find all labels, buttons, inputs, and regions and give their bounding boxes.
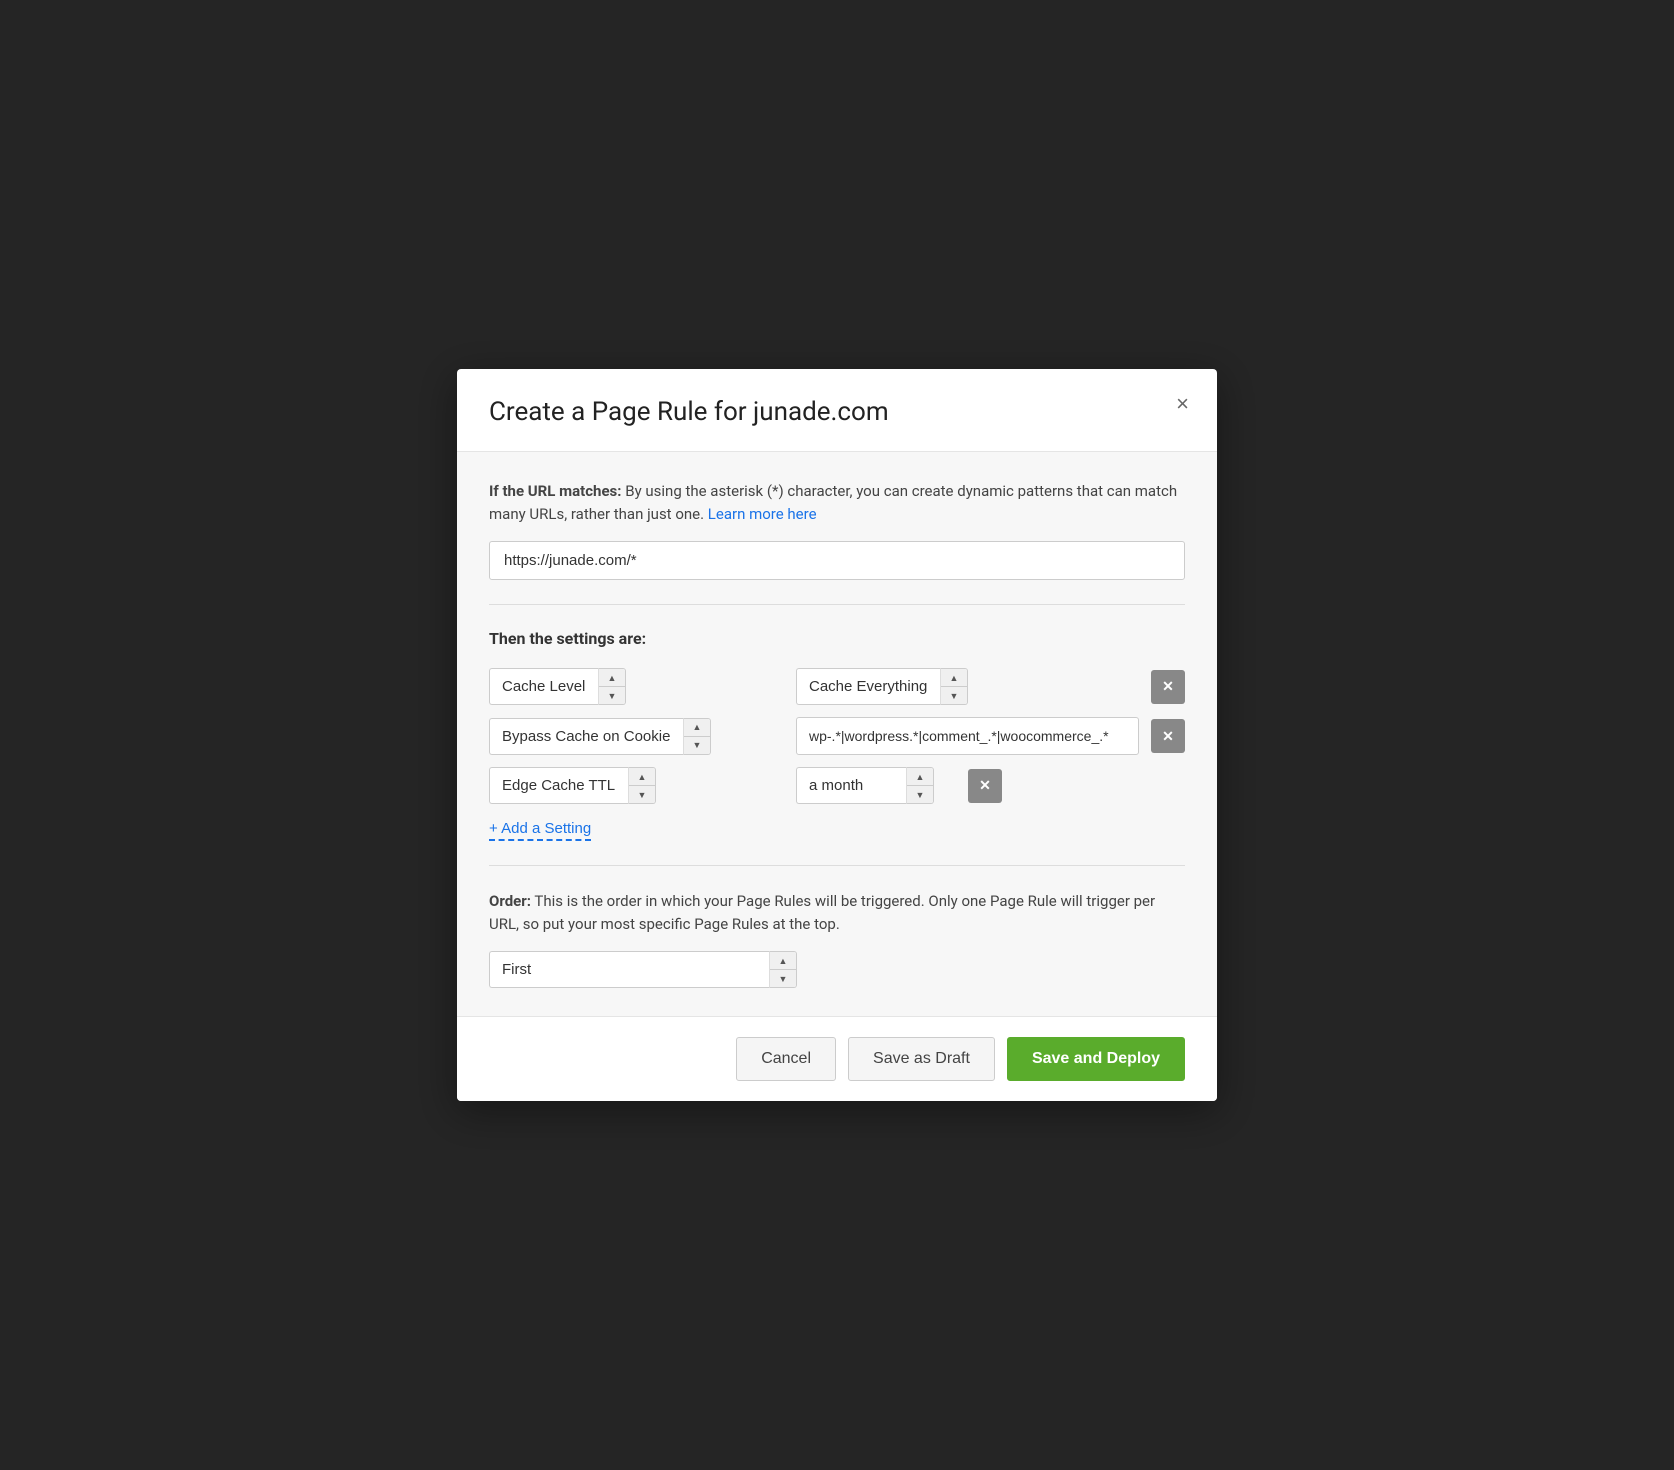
edge-cache-ttl-up[interactable]: ▲ [629,768,655,786]
modal-footer: Cancel Save as Draft Save and Deploy [457,1016,1217,1101]
bypass-cache-text-input[interactable] [796,717,1139,755]
bypass-cache-up[interactable]: ▲ [684,719,710,737]
learn-more-link[interactable]: Learn more here [708,505,817,523]
order-stepper: ▲ ▼ [769,951,797,988]
modal-body: If the URL matches: By using the asteris… [457,452,1217,1016]
remove-bypass-cache-button[interactable]: ✕ [1151,719,1185,753]
save-draft-button[interactable]: Save as Draft [848,1037,995,1081]
url-description: If the URL matches: By using the asteris… [489,480,1185,525]
close-button[interactable]: × [1168,389,1197,419]
order-label-bold: Order: [489,892,531,910]
order-divider [489,865,1185,866]
page-rule-modal: Create a Page Rule for junade.com × If t… [457,369,1217,1101]
bypass-cache-select-wrapper: Bypass Cache on Cookie ▲ ▼ [489,718,784,755]
bypass-cache-down[interactable]: ▼ [684,737,710,754]
edge-cache-ttl-stepper: ▲ ▼ [628,767,656,804]
month-down[interactable]: ▼ [907,786,933,803]
order-description: Order: This is the order in which your P… [489,890,1185,935]
order-section: Order: This is the order in which your P… [489,890,1185,988]
url-input[interactable] [489,541,1185,580]
bypass-cache-stepper: ▲ ▼ [683,718,711,755]
cache-everything-select-wrapper: Cache Everything ▲ ▼ [796,668,1139,705]
cache-level-stepper: ▲ ▼ [598,668,626,705]
edge-cache-ttl-select-wrapper: Edge Cache TTL ▲ ▼ [489,767,784,804]
cache-everything-down[interactable]: ▼ [941,687,967,704]
month-up[interactable]: ▲ [907,768,933,786]
month-stepper: ▲ ▼ [906,767,934,804]
order-select[interactable]: First [489,951,769,988]
settings-section-label: Then the settings are: [489,629,1185,648]
order-description-text: This is the order in which your Page Rul… [489,892,1155,933]
remove-edge-cache-ttl-button[interactable]: ✕ [968,769,1002,803]
modal-overlay: Create a Page Rule for junade.com × If t… [0,0,1674,1470]
settings-section: Then the settings are: Cache Level ▲ ▼ [489,629,1185,841]
modal-title: Create a Page Rule for junade.com [489,397,1185,427]
setting-row-cache-level: Cache Level ▲ ▼ Cache Everything [489,668,1185,705]
cache-level-up[interactable]: ▲ [599,669,625,687]
remove-cache-level-button[interactable]: ✕ [1151,670,1185,704]
edge-cache-ttl-down[interactable]: ▼ [629,786,655,803]
setting-row-bypass-cache: Bypass Cache on Cookie ▲ ▼ ✕ [489,717,1185,755]
bypass-cache-select[interactable]: Bypass Cache on Cookie [489,718,683,755]
cache-level-down[interactable]: ▼ [599,687,625,704]
add-setting-button[interactable]: + Add a Setting [489,820,591,841]
modal-header: Create a Page Rule for junade.com × [457,369,1217,452]
cache-everything-stepper: ▲ ▼ [940,668,968,705]
edge-cache-ttl-select[interactable]: Edge Cache TTL [489,767,628,804]
order-select-wrapper: First ▲ ▼ [489,951,809,988]
order-down[interactable]: ▼ [770,970,796,987]
month-select-wrapper: a month ▲ ▼ [796,767,956,804]
cancel-button[interactable]: Cancel [736,1037,836,1081]
save-deploy-button[interactable]: Save and Deploy [1007,1037,1185,1081]
url-section: If the URL matches: By using the asteris… [489,480,1185,580]
month-select[interactable]: a month [796,767,906,804]
cache-everything-select[interactable]: Cache Everything [796,668,940,705]
setting-row-edge-cache-ttl: Edge Cache TTL ▲ ▼ a month [489,767,1185,804]
url-description-bold: If the URL matches: [489,482,621,500]
cache-level-select-wrapper: Cache Level ▲ ▼ [489,668,784,705]
settings-grid: Cache Level ▲ ▼ Cache Everything [489,668,1185,804]
order-up[interactable]: ▲ [770,952,796,970]
section-divider [489,604,1185,605]
cache-level-select[interactable]: Cache Level [489,668,598,705]
cache-everything-up[interactable]: ▲ [941,669,967,687]
